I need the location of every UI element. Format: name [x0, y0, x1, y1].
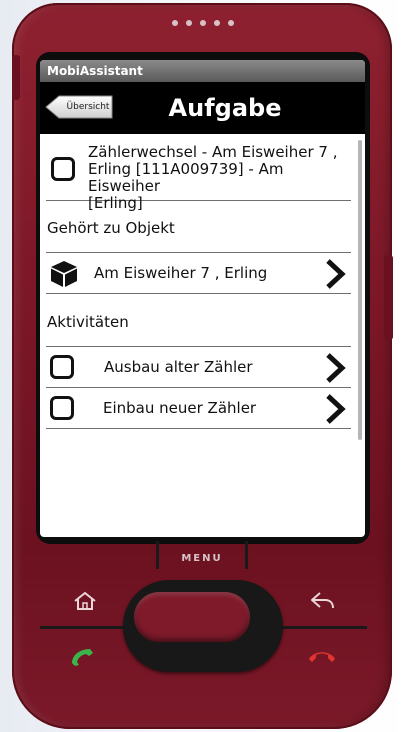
page-title: Aufgabe — [168, 94, 282, 122]
scrollbar[interactable] — [358, 140, 362, 440]
activity-row-einbau[interactable]: Einbau neuer Zähler — [46, 388, 351, 429]
task-text-line: [Erling] — [88, 194, 143, 212]
object-label: Am Eisweiher 7 , Erling — [94, 264, 268, 282]
task-text: Zählerwechsel - Am Eisweiher 7 , Erling … — [88, 144, 350, 212]
status-bar: MobiAssistant — [40, 60, 365, 82]
activity-label: Ausbau alter Zähler — [104, 358, 253, 376]
activity-label: Einbau neuer Zähler — [103, 399, 257, 417]
title-bar: Übersicht Aufgabe — [40, 82, 365, 134]
activity-checkbox[interactable] — [50, 396, 74, 420]
back-button[interactable]: Übersicht — [45, 95, 113, 119]
chevron-right-icon — [326, 353, 346, 383]
task-row[interactable]: Zählerwechsel - Am Eisweiher 7 , Erling … — [46, 140, 351, 212]
call-icon[interactable] — [68, 645, 98, 667]
chevron-right-icon — [326, 259, 346, 289]
object-section-label: Gehört zu Objekt — [47, 219, 175, 237]
object-row[interactable]: Am Eisweiher 7 , Erling — [46, 253, 351, 294]
task-text-line: Erling [111A009739] - Am Eisweiher — [88, 160, 284, 195]
home-icon[interactable] — [72, 590, 98, 612]
speaker-grille — [172, 20, 234, 28]
key-divider — [281, 626, 367, 629]
back-button-label: Übersicht — [66, 102, 110, 112]
activity-checkbox[interactable] — [50, 355, 74, 379]
task-checkbox[interactable] — [51, 157, 75, 181]
activity-row-ausbau[interactable]: Ausbau alter Zähler — [46, 347, 351, 388]
trackball[interactable] — [134, 592, 250, 642]
back-icon[interactable] — [309, 590, 337, 612]
chevron-right-icon — [326, 394, 346, 424]
device-screen: MobiAssistant Übersicht Aufgabe Zählerwe… — [40, 60, 365, 537]
menu-key[interactable]: MENU — [156, 541, 248, 575]
app-name: MobiAssistant — [47, 64, 143, 78]
task-text-line: Zählerwechsel - Am Eisweiher 7 , — [88, 143, 338, 161]
end-call-icon[interactable] — [307, 646, 337, 666]
cube-icon — [51, 261, 77, 287]
activities-section-label: Aktivitäten — [47, 313, 129, 331]
device-side-button-left[interactable] — [12, 55, 20, 100]
device-volume-rocker[interactable] — [384, 255, 393, 340]
menu-key-label: MENU — [181, 553, 223, 564]
key-divider — [40, 626, 126, 629]
